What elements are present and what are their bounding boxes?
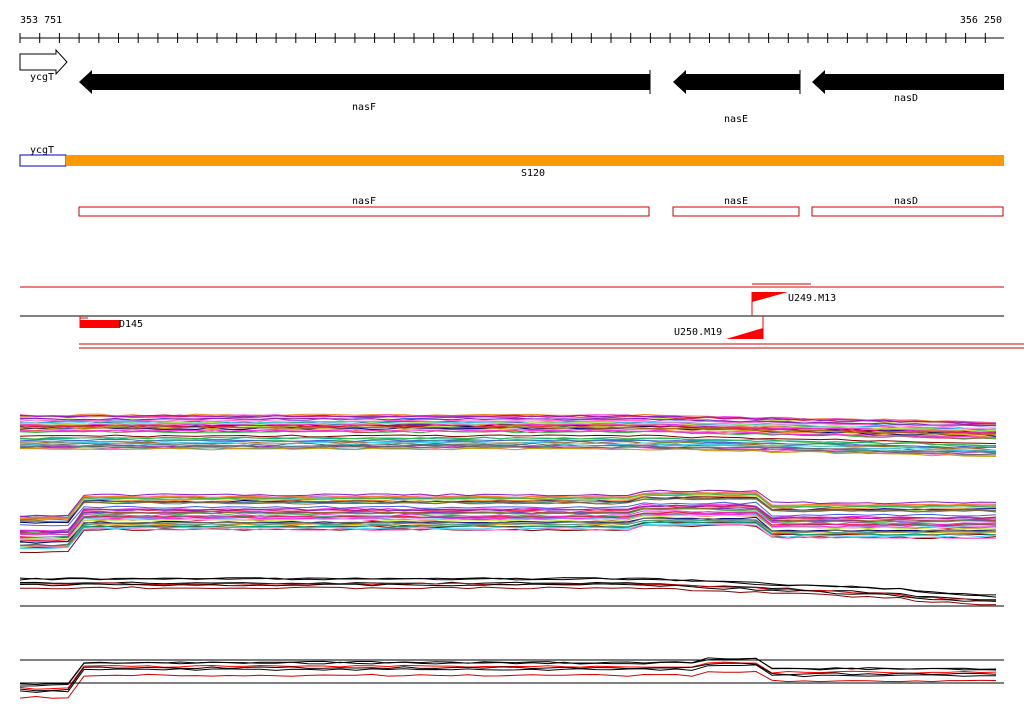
genome-browser-view: 353 751 356 250 ycgT nasF nasE nasD ycgT…	[19, 15, 1024, 699]
transcript-ycgT-box[interactable]	[19, 154, 67, 167]
cds-nasF-box[interactable]	[78, 206, 650, 217]
cds-track: nasF nasE nasD	[78, 196, 1004, 217]
gene-ycgT[interactable]: ycgT	[19, 48, 68, 83]
gene-ycgT-label: ycgT	[30, 72, 54, 83]
gene-nasE-label: nasE	[724, 114, 748, 125]
feature-u250-flag[interactable]	[726, 328, 763, 339]
signal-track-4	[19, 605, 1004, 699]
ruler-start-label: 353 751	[20, 15, 62, 26]
cds-nasD-box[interactable]	[811, 206, 1004, 217]
gene-nasE[interactable]: nasE	[673, 70, 801, 125]
cds-nasE-label: nasE	[724, 196, 748, 207]
transcript-ycgT-label: ycgT	[30, 145, 54, 156]
gene-ycgT-arrow[interactable]	[19, 48, 68, 76]
gene-nasF[interactable]: nasF	[79, 70, 651, 113]
coordinate-ruler: 353 751 356 250	[19, 15, 1004, 43]
transcript-s120-label: S120	[521, 168, 545, 179]
feature-d145-label: D145	[119, 319, 143, 330]
ruler-end-label: 356 250	[960, 15, 1002, 26]
gene-nasD-arrow[interactable]	[812, 70, 1004, 94]
feature-d145[interactable]: D145	[79, 316, 143, 330]
feature-u250-label: U250.M19	[674, 327, 722, 338]
feature-d145-bar[interactable]	[80, 320, 120, 328]
cds-nasF-label: nasF	[352, 196, 376, 207]
feature-u249[interactable]: U249.M13	[751, 283, 836, 316]
gene-nasF-label: nasF	[352, 102, 376, 113]
signal-track-3	[19, 577, 997, 606]
gene-track: ycgT nasF nasE nasD	[19, 48, 1004, 125]
gene-nasE-arrow[interactable]	[673, 70, 800, 94]
feature-u249-flag[interactable]	[752, 292, 788, 302]
signal-track-2	[19, 489, 997, 554]
gene-nasD-label: nasD	[894, 93, 918, 104]
cds-nasE-box[interactable]	[672, 206, 800, 217]
gene-nasD[interactable]: nasD	[812, 70, 1004, 104]
cds-nasD-label: nasD	[894, 196, 918, 207]
feature-u250[interactable]: U250.M19	[674, 316, 764, 339]
signal-trace	[20, 586, 997, 606]
feature-track: D145 U249.M13 U250.M19	[20, 283, 1024, 349]
gene-nasF-arrow[interactable]	[79, 70, 650, 94]
signal-track-1	[19, 413, 997, 457]
transcript-s120-bar[interactable]	[66, 155, 1004, 166]
transcript-track: ycgT S120	[19, 145, 1004, 179]
signal-trace	[19, 524, 997, 554]
feature-u249-label: U249.M13	[788, 293, 836, 304]
